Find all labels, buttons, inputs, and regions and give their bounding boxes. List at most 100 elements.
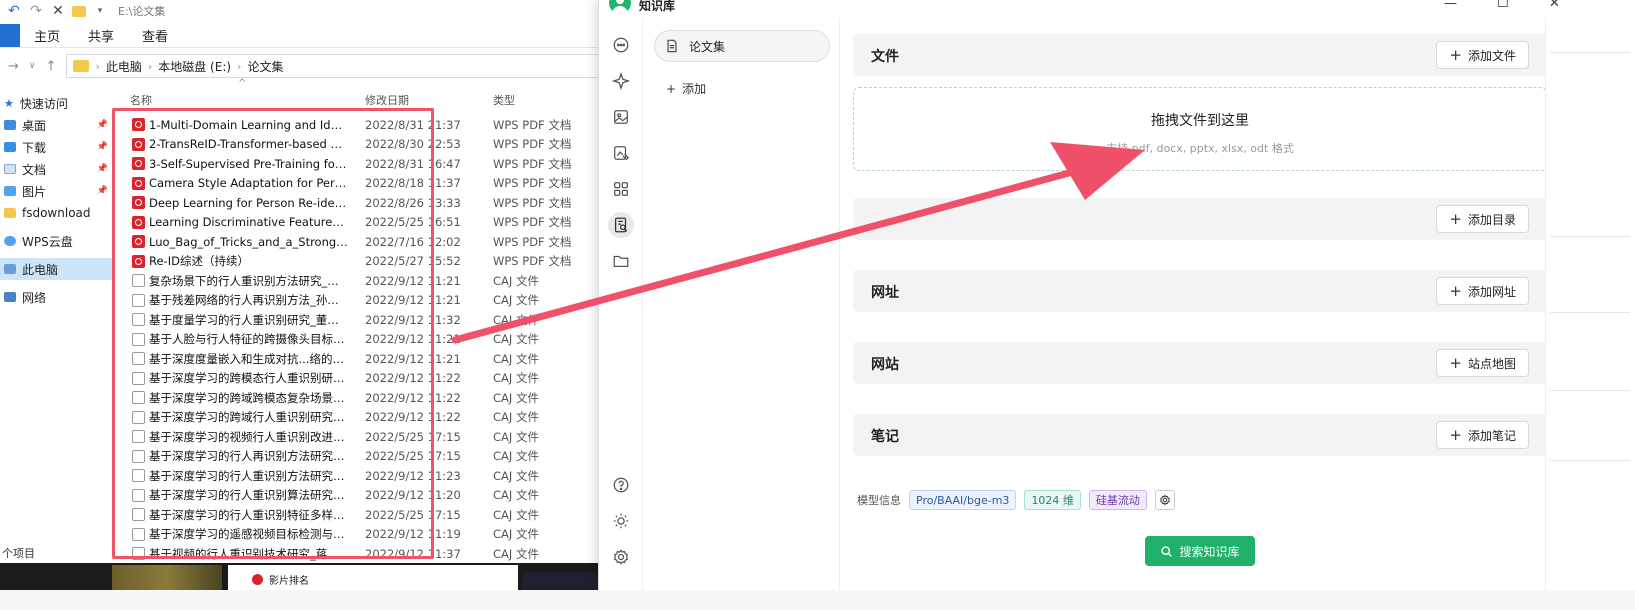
file-row[interactable]: 基于深度学习的行人重识别算法研究_罗... 2022/9/12 11:20 CAJ …	[112, 486, 628, 506]
file-type: CAJ 文件	[493, 429, 539, 444]
ribbon-tab-share[interactable]: 共享	[74, 24, 128, 47]
file-row[interactable]: Camera Style Adaptation for Person ... 20…	[112, 174, 628, 194]
breadcrumb-separator-icon[interactable]: ›	[237, 60, 241, 73]
file-row[interactable]: 3-Self-Supervised Pre-Training for Tr...…	[112, 154, 628, 174]
file-row[interactable]: 基于深度度量嵌入和生成对抗...络的遮挡... 2022/9/12 11:21 CA…	[112, 349, 628, 369]
address-bar[interactable]: › 此电脑 › 本地磁盘 (E:) › 论文集	[66, 54, 626, 78]
sitemap-button[interactable]: + 站点地图	[1436, 349, 1529, 377]
add-directory-button[interactable]: + 添加目录	[1436, 205, 1529, 233]
column-header-date[interactable]: 修改日期	[365, 92, 409, 108]
file-type: CAJ 文件	[493, 546, 539, 561]
image-icon[interactable]	[610, 106, 632, 128]
close-icon[interactable]: ✕	[1549, 0, 1560, 11]
file-row[interactable]: 基于深度学习的跨域跨模态复杂场景下的... 2022/9/12 11:22 CAJ …	[112, 388, 628, 408]
nav-item-documents[interactable]: 文档 📌	[0, 158, 112, 180]
file-row[interactable]: 基于深度学习的行人重识别特征多样性研... 2022/5/25 17:15 CAJ …	[112, 505, 628, 525]
ribbon-file-tab[interactable]	[0, 24, 20, 47]
file-row[interactable]: 1-Multi-Domain Learning and Identit... 20…	[112, 115, 628, 135]
file-type: CAJ 文件	[493, 390, 539, 405]
file-row[interactable]: 基于人脸与行人特征的跨摄像头目标识别... 2022/9/12 11:21 CAJ …	[112, 330, 628, 350]
taskbar-thumbnail[interactable]	[522, 572, 602, 590]
folder-icon[interactable]	[610, 250, 632, 272]
help-icon[interactable]	[610, 474, 632, 496]
theme-sun-icon[interactable]	[610, 510, 632, 532]
minimize-icon[interactable]: —	[1444, 0, 1457, 11]
taskbar-thumbnail[interactable]	[112, 565, 222, 590]
recent-dropdown-icon[interactable]: ∨	[29, 61, 36, 71]
avatar[interactable]	[609, 0, 631, 14]
file-name: 基于深度学习的跨域跨模态复杂场景下的...	[149, 390, 349, 405]
nav-item-wps-cloud[interactable]: WPS云盘	[0, 230, 112, 252]
file-row[interactable]: Luo_Bag_of_Tricks_and_a_Strong_Bas... 202…	[112, 232, 628, 252]
file-type: CAJ 文件	[493, 312, 539, 327]
file-row[interactable]: 基于深度学习的视频行人重识别改进与应... 2022/5/25 17:15 CAJ …	[112, 427, 628, 447]
ribbon-tab-home[interactable]: 主页	[20, 24, 74, 47]
add-file-button[interactable]: + 添加文件	[1436, 41, 1529, 69]
undo-icon[interactable]: ↶	[6, 3, 22, 19]
nav-item-quick-access[interactable]: ★ 快速访问	[0, 92, 112, 114]
plus-icon: +	[1449, 46, 1462, 64]
nav-item-downloads[interactable]: 下载 📌	[0, 136, 112, 158]
add-knowledge-base-button[interactable]: + 添加	[666, 80, 706, 97]
file-row[interactable]: 基于深度学习的行人重识别方法研究_梁... 2022/9/12 11:23 CAJ …	[112, 466, 628, 486]
file-row[interactable]: Re-ID综述（持续） 2022/5/27 15:52 WPS PDF 文档	[112, 252, 628, 272]
file-type: CAJ 文件	[493, 449, 539, 464]
add-url-button[interactable]: + 添加网址	[1436, 277, 1529, 305]
document-icon	[667, 39, 677, 53]
file-row[interactable]: Deep Learning for Person Re-identifi... 2…	[112, 193, 628, 213]
sparkle-icon[interactable]	[610, 70, 632, 92]
add-note-button[interactable]: + 添加笔记	[1436, 421, 1529, 449]
column-header-type[interactable]: 类型	[493, 92, 515, 108]
file-row[interactable]: 2-TransReID-Transformer-based Obj... 2022…	[112, 135, 628, 155]
up-arrow-icon[interactable]: ↑	[46, 59, 57, 74]
settings-gear-icon[interactable]	[610, 546, 632, 568]
kb-item-paper-collection[interactable]: 论文集	[654, 30, 830, 62]
nav-item-this-pc[interactable]: 此电脑	[0, 258, 112, 280]
file-date: 2022/5/27 15:52	[365, 254, 461, 269]
nav-item-fsdownload[interactable]: fsdownload	[0, 202, 112, 224]
delete-icon[interactable]: ✕	[50, 3, 66, 19]
customize-dropdown-icon[interactable]: ▾	[92, 3, 108, 19]
taskbar-rank-label[interactable]: 影片排名	[252, 572, 309, 587]
file-type: WPS PDF 文档	[493, 156, 572, 171]
chat-icon[interactable]	[610, 34, 632, 56]
apps-grid-icon[interactable]	[610, 178, 632, 200]
file-row[interactable]: 基于残差网络的行人再识别方法_孙义博... 2022/9/12 11:21 CAJ …	[112, 291, 628, 311]
divider	[1550, 236, 1630, 237]
file-row[interactable]: 基于视频的行人重识别技术研究_蒋飞虎... 2022/9/12 11:37 CAJ …	[112, 544, 628, 564]
column-header-name[interactable]: 名称	[130, 92, 152, 108]
breadcrumb-local-disk[interactable]: 本地磁盘 (E:)	[158, 58, 231, 75]
forward-arrow-icon[interactable]: →	[8, 59, 19, 74]
breadcrumb-separator-icon[interactable]: ›	[95, 60, 99, 73]
redo-icon[interactable]: ↷	[28, 3, 44, 19]
breadcrumb-folder[interactable]: 论文集	[247, 58, 283, 75]
model-tag: Pro/BAAI/bge-m3	[909, 490, 1017, 510]
file-row[interactable]: 基于深度学习的行人再识别方法研究_王... 2022/5/25 17:15 CAJ …	[112, 447, 628, 467]
file-date: 2022/9/12 11:21	[365, 273, 461, 288]
search-knowledge-base-button[interactable]: 搜索知识库	[1145, 536, 1255, 566]
maximize-icon[interactable]: ☐	[1497, 0, 1509, 11]
file-row[interactable]: Learning Discriminative Features with...…	[112, 213, 628, 233]
file-row[interactable]: 基于度量学习的行人重识别研究_董亮胜... 2022/9/12 11:32 CAJ …	[112, 310, 628, 330]
app-title: 知识库	[639, 0, 676, 13]
folder-icon[interactable]	[72, 5, 86, 17]
nav-item-pictures[interactable]: 图片 📌	[0, 180, 112, 202]
ribbon-tab-view[interactable]: 查看	[128, 24, 182, 47]
caj-file-icon	[132, 391, 145, 404]
file-row[interactable]: 基于深度学习的跨域行人重识别研究_郝... 2022/9/12 11:22 CAJ …	[112, 408, 628, 428]
file-date: 2022/8/31 16:47	[365, 156, 461, 171]
file-row[interactable]: 基于深度学习的跨模态行人重识别研究_... 2022/9/12 11:22 CAJ …	[112, 369, 628, 389]
plus-icon: +	[1449, 282, 1462, 300]
model-settings-button[interactable]	[1154, 490, 1175, 510]
file-row[interactable]: 基于深度学习的遥感视频目标检测与多目... 2022/9/12 11:19 CAJ …	[112, 525, 628, 545]
pdf-file-icon	[132, 196, 145, 209]
image-edit-icon[interactable]	[610, 142, 632, 164]
file-name: 基于深度学习的行人重识别特征多样性研...	[149, 507, 349, 522]
nav-item-network[interactable]: 网络	[0, 286, 112, 308]
knowledge-base-icon[interactable]	[608, 212, 634, 238]
file-row[interactable]: 复杂场景下的行人重识别方法研究_张正... 2022/9/12 11:21 CAJ …	[112, 271, 628, 291]
file-dropzone[interactable]: 拖拽文件到这里 支持 pdf, docx, pptx, xlsx, odt 格式	[853, 87, 1547, 171]
nav-item-desktop[interactable]: 桌面 📌	[0, 114, 112, 136]
breadcrumb-this-pc[interactable]: 此电脑	[106, 58, 142, 75]
breadcrumb-separator-icon[interactable]: ›	[148, 60, 152, 73]
